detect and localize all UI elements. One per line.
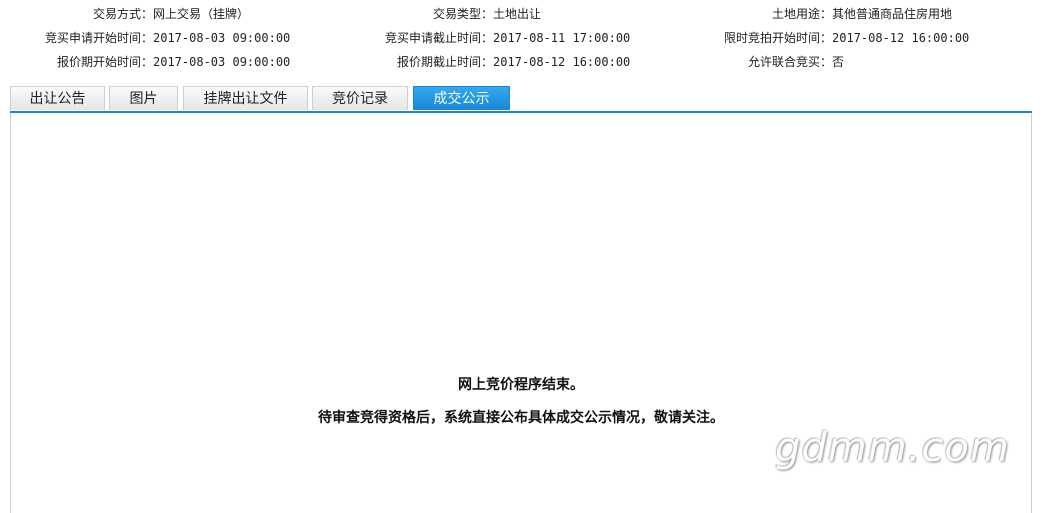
apply-end-field: 竞买申请截止时间： 2017-08-11 17:00:00	[385, 28, 631, 48]
field-label: 允许联合竞买：	[747, 55, 832, 69]
tab-bid-records[interactable]: 竞价记录	[312, 86, 408, 110]
field-label: 报价期截止时间：	[396, 55, 493, 69]
field-label: 竞买申请截止时间：	[384, 31, 493, 45]
quote-end-field: 报价期截止时间： 2017-08-12 16:00:00	[397, 52, 631, 72]
info-row: 报价期开始时间： 2017-08-03 09:00:00 报价期截止时间： 20…	[0, 52, 1047, 72]
trade-mode-field: 交易方式： 网上交易（挂牌）	[93, 4, 250, 24]
field-value: 网上交易（挂牌）	[153, 7, 250, 21]
field-value: 2017-08-12 16:00:00	[832, 31, 970, 45]
info-row: 竞买申请开始时间： 2017-08-03 09:00:00 竞买申请截止时间： …	[0, 28, 1047, 48]
field-label: 竞买申请开始时间：	[44, 31, 153, 45]
field-value: 2017-08-03 09:00:00	[153, 55, 291, 69]
field-value: 其他普通商品住房用地	[832, 7, 953, 21]
field-label: 交易类型：	[432, 7, 493, 21]
field-label: 报价期开始时间：	[56, 55, 153, 69]
notice-message: 待审查竞得资格后，系统直接公布具体成交公示情况，敬请关注。	[318, 410, 724, 426]
auction-start-field: 限时竞拍开始时间： 2017-08-12 16:00:00	[724, 28, 970, 48]
field-label: 限时竞拍开始时间：	[723, 31, 832, 45]
field-value: 否	[832, 55, 845, 69]
field-label: 交易方式：	[92, 7, 153, 21]
joint-bid-field: 允许联合竞买： 否	[748, 52, 845, 72]
tab-listing-documents[interactable]: 挂牌出让文件	[183, 86, 308, 110]
tab-images[interactable]: 图片	[109, 86, 178, 110]
watermark-logo: gdmm.com	[775, 425, 1010, 471]
info-row: 交易方式： 网上交易（挂牌） 交易类型： 土地出让 土地用途： 其他普通商品住房…	[0, 4, 1047, 24]
trade-type-field: 交易类型： 土地出让	[433, 4, 542, 24]
status-message: 网上竞价程序结束。	[458, 377, 584, 393]
field-label: 土地用途：	[771, 7, 832, 21]
field-value: 2017-08-12 16:00:00	[493, 55, 631, 69]
land-use-field: 土地用途： 其他普通商品住房用地	[772, 4, 953, 24]
field-value: 2017-08-03 09:00:00	[153, 31, 291, 45]
quote-start-field: 报价期开始时间： 2017-08-03 09:00:00	[57, 52, 291, 72]
apply-start-field: 竞买申请开始时间： 2017-08-03 09:00:00	[45, 28, 291, 48]
tab-transaction-notice[interactable]: 成交公示	[413, 86, 510, 110]
field-value: 土地出让	[493, 7, 542, 21]
tab-announcement[interactable]: 出让公告	[10, 86, 105, 110]
field-value: 2017-08-11 17:00:00	[493, 31, 631, 45]
tab-bar: 出让公告 图片 挂牌出让文件 竞价记录 成交公示	[10, 86, 1032, 111]
